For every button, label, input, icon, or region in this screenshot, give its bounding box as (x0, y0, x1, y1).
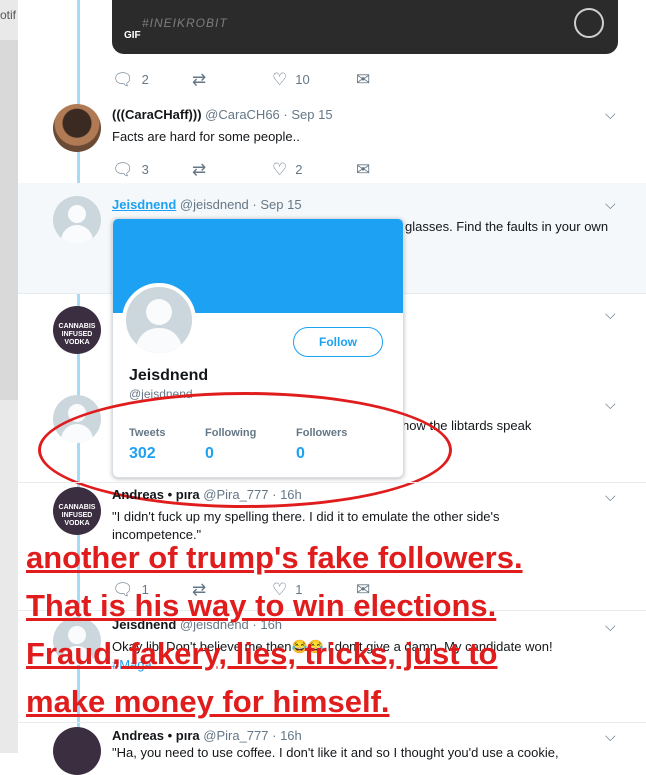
annotation-line-1: another of trump's fake followers. (26, 540, 523, 575)
display-name[interactable]: (((CaraCHaff))) (112, 107, 202, 122)
background-window-text: otif (0, 8, 17, 22)
annotation-line-4: make money for himself. (26, 684, 390, 719)
handle[interactable]: @Pira_777 (203, 487, 268, 502)
retweet-icon: ⇄ (192, 69, 207, 89)
timestamp[interactable]: · Sep 15 (283, 107, 332, 122)
tweet-text-line: "I didn't fuck up my spelling there. I d… (112, 509, 500, 524)
tweet-header: (((CaraCHaff))) @CaraCH66 · Sep 15 (112, 107, 333, 122)
heart-icon: ♡ (272, 159, 288, 179)
profile-avatar[interactable] (122, 283, 196, 357)
envelope-icon: ✉ (356, 159, 371, 179)
annotation-line-3: Fraud, fakery, lies, tricks, just to (26, 636, 498, 671)
dm-button[interactable]: ✉ (356, 158, 370, 180)
avatar[interactable]: CANNABIS INFUSED VODKA (53, 306, 101, 354)
chevron-down-icon[interactable]: ⌵ (605, 106, 616, 123)
tweet-header: Jeisdnend @jeisdnend · Sep 15 (112, 197, 302, 212)
retweet-button[interactable]: ⇄ (192, 158, 206, 180)
avatar[interactable] (53, 727, 101, 775)
tweet-header: Andreas • pıra @Pira_777 · 16h (112, 728, 302, 743)
chevron-down-icon[interactable]: ⌵ (605, 488, 616, 505)
like-button[interactable]: ♡ 10 (272, 68, 310, 90)
profile-name[interactable]: Jeisdnend (129, 367, 208, 385)
display-name[interactable]: Andreas • pıra (112, 487, 200, 502)
gif-badge: GIF (124, 30, 141, 41)
chevron-down-icon[interactable]: ⌵ (605, 618, 616, 635)
retweet-icon: ⇄ (192, 159, 207, 179)
background-window-strip: otif (0, 0, 18, 753)
like-button[interactable]: ♡ 2 (272, 158, 302, 180)
chevron-down-icon[interactable]: ⌵ (605, 196, 616, 213)
timestamp[interactable]: · Sep 15 (252, 197, 301, 212)
reply-icon: 🗨 (112, 159, 134, 179)
divider (18, 722, 646, 723)
heart-icon: ♡ (272, 69, 288, 89)
tweet-text: Facts are hard for some people.. (112, 129, 300, 144)
dm-button[interactable]: ✉ (356, 68, 370, 90)
envelope-icon: ✉ (356, 69, 371, 89)
channel-logo-icon (574, 8, 604, 38)
media-watermark: #INEIKROBIT (142, 16, 228, 30)
annotation-line-2: That is his way to win elections. (26, 588, 497, 623)
retweet-button[interactable]: ⇄ (192, 68, 206, 90)
display-name[interactable]: Jeisdnend (112, 197, 176, 212)
avatar[interactable] (53, 104, 101, 152)
handle[interactable]: @CaraCH66 (205, 107, 280, 122)
avatar[interactable] (53, 196, 101, 244)
tweet-header: Andreas • pıra @Pira_777 · 16h (112, 487, 302, 502)
chevron-down-icon[interactable]: ⌵ (605, 306, 616, 323)
follow-button[interactable]: Follow (293, 327, 383, 357)
chevron-down-icon[interactable]: ⌵ (605, 396, 616, 413)
display-name[interactable]: Andreas • pıra (112, 728, 200, 743)
reply-icon: 🗨 (112, 69, 134, 89)
handle[interactable]: @Pira_777 (203, 728, 268, 743)
timestamp[interactable]: · 16h (272, 487, 302, 502)
handle[interactable]: @jeisdnend (180, 197, 249, 212)
divider (18, 482, 646, 483)
reply-button[interactable]: 🗨 2 (112, 68, 149, 90)
gif-media[interactable]: #INEIKROBIT GIF (112, 0, 618, 54)
timestamp[interactable]: · 16h (272, 728, 302, 743)
chevron-down-icon[interactable]: ⌵ (605, 728, 616, 745)
background-window-image (0, 40, 18, 400)
tweet-text-end: glasses. Find the faults in your own (405, 219, 609, 234)
avatar[interactable]: CANNABIS INFUSED VODKA (53, 487, 101, 535)
reply-button[interactable]: 🗨 3 (112, 158, 149, 180)
